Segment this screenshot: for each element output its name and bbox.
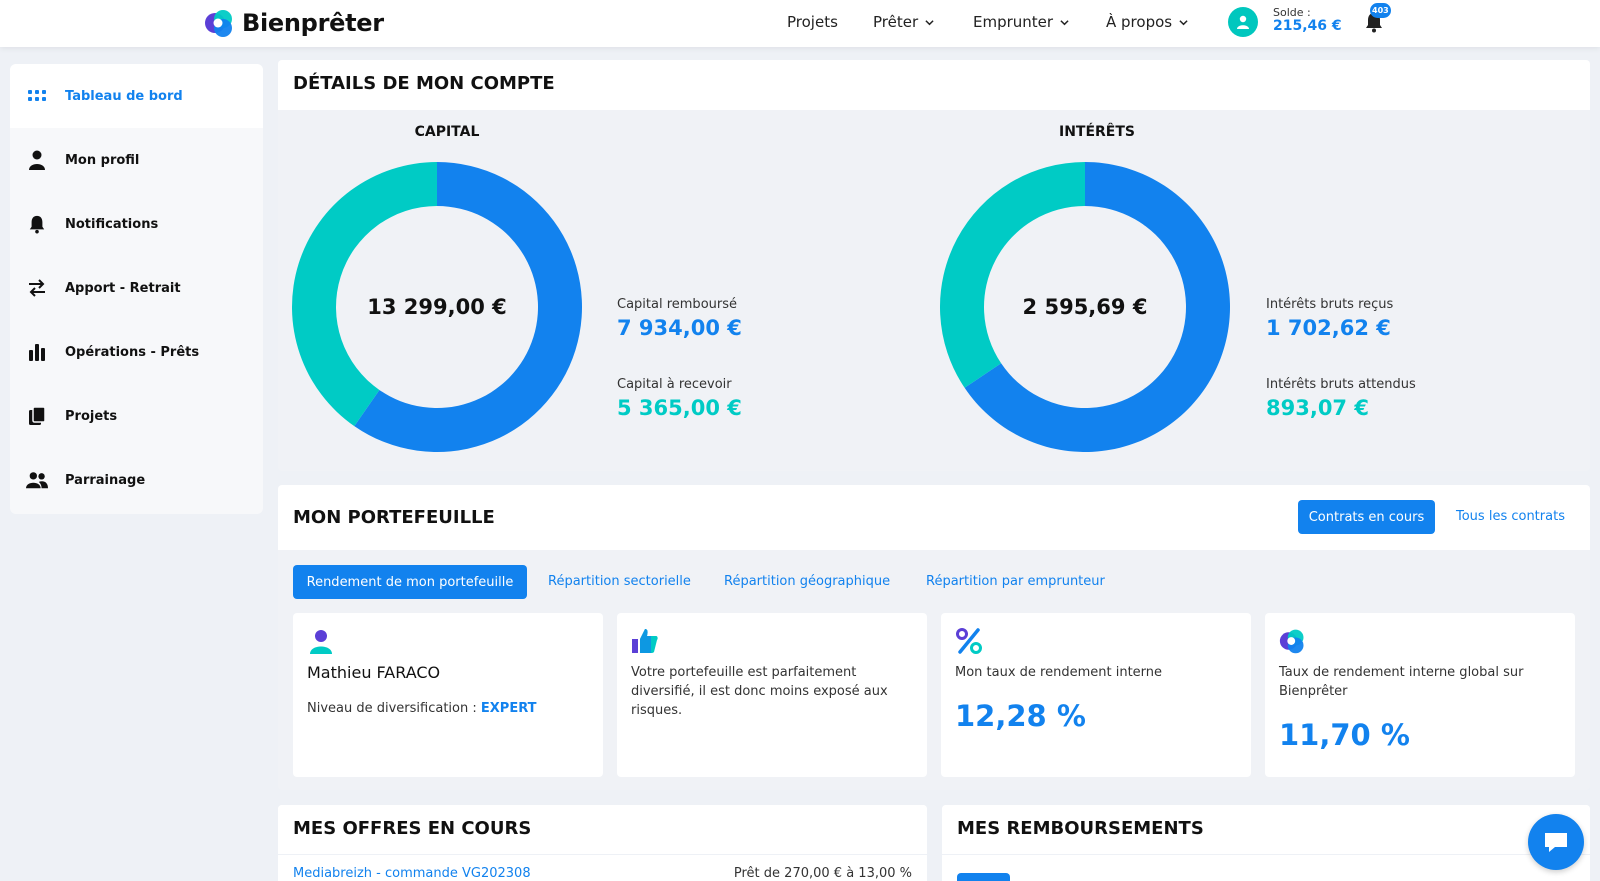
sidebar-item-tableau-de-bord[interactable]: Tableau de bord <box>10 64 263 128</box>
offre-row-link[interactable]: Mediabreizh - commande VG202308 <box>293 866 531 881</box>
bienpreter-logo-icon <box>205 10 232 37</box>
sidebar-item-label: Tableau de bord <box>65 88 183 104</box>
interets-chart-title: INTÉRÊTS <box>1058 124 1135 140</box>
sidebar-item-label: Projets <box>65 408 118 424</box>
sidebar-item-apport-retrait[interactable]: Apport - Retrait <box>10 256 263 320</box>
chat-button[interactable] <box>1528 814 1584 870</box>
user-icon <box>26 149 48 171</box>
chevron-down-icon <box>925 19 934 25</box>
bienpreter-logo-icon <box>1279 629 1304 654</box>
sidebar-item-projets[interactable]: Projets <box>10 384 263 448</box>
sidebar-item-label: Opérations - Prêts <box>65 344 200 360</box>
remboursements-panel: MES REMBOURSEMENTS <box>942 805 1590 881</box>
bell-icon <box>26 213 48 235</box>
sidebar-item-notifications[interactable]: Notifications <box>10 192 263 256</box>
tab-repartition-emprunteur[interactable]: Répartition par emprunteur <box>926 574 1105 589</box>
contrats-en-cours-button[interactable]: Contrats en cours <box>1298 500 1435 534</box>
tab-rendement[interactable]: Rendement de mon portefeuille <box>293 565 527 599</box>
profile-card: Mathieu FARACO Niveau de diversification… <box>293 613 603 777</box>
capital-a-recevoir-value: 5 365,00 € <box>617 396 742 420</box>
remboursements-button-partial[interactable] <box>957 873 1010 881</box>
percent-icon <box>956 628 982 654</box>
user-icon <box>1237 15 1249 29</box>
sidebar-item-label: Parrainage <box>65 472 146 488</box>
taux-global-card: Taux de rendement interne global sur Bie… <box>1265 613 1575 777</box>
nav-preter[interactable]: Prêter <box>873 13 934 31</box>
sidebar-item-label: Mon profil <box>65 152 140 168</box>
users-icon <box>26 469 48 491</box>
diversification-card: Votre portefeuille est parfaitement dive… <box>617 613 927 777</box>
chevron-down-icon <box>1060 19 1069 25</box>
solde-value: 215,46 € <box>1273 18 1342 34</box>
avatar[interactable] <box>1228 7 1258 37</box>
sidebar-item-label: Apport - Retrait <box>65 280 181 296</box>
interets-recus-label: Intérêts bruts reçus <box>1266 297 1394 312</box>
user-icon <box>310 630 332 654</box>
bar-chart-icon <box>26 341 48 363</box>
chat-icon <box>1545 833 1567 852</box>
grid-icon <box>26 85 48 107</box>
capital-total: 13 299,00 € <box>367 295 507 319</box>
account-details-title: DÉTAILS DE MON COMPTE <box>293 73 555 94</box>
thumbs-up-icon <box>632 629 658 653</box>
sidebar: Tableau de bord Mon profil Notifications… <box>10 64 263 514</box>
profile-name: Mathieu FARACO <box>307 663 441 682</box>
nav-emprunter-label: Emprunter <box>973 13 1054 31</box>
nav-preter-label: Prêter <box>873 13 919 31</box>
top-header: Bienprêter Projets Prêter Emprunter À pr… <box>0 0 1600 47</box>
transfer-icon <box>26 277 48 299</box>
taux-global-value: 11,70 % <box>1279 718 1410 752</box>
remboursements-header: MES REMBOURSEMENTS <box>942 805 1590 855</box>
capital-a-recevoir-label: Capital à recevoir <box>617 377 732 392</box>
diversification-level: Niveau de diversification : EXPERT <box>307 699 592 718</box>
nav-projets[interactable]: Projets <box>787 13 838 31</box>
tab-repartition-sectorielle[interactable]: Répartition sectorielle <box>548 574 691 589</box>
interets-total: 2 595,69 € <box>1022 295 1148 319</box>
tous-les-contrats-link[interactable]: Tous les contrats <box>1456 509 1565 524</box>
sidebar-item-operations-prets[interactable]: Opérations - Prêts <box>10 320 263 384</box>
tab-repartition-geographique[interactable]: Répartition géographique <box>724 574 890 589</box>
sidebar-item-mon-profil[interactable]: Mon profil <box>10 128 263 192</box>
portfolio-panel: MON PORTEFEUILLE Contrats en cours Tous … <box>278 485 1590 790</box>
portfolio-header: MON PORTEFEUILLE Contrats en cours Tous … <box>278 485 1590 550</box>
capital-rembourse-value: 7 934,00 € <box>617 316 742 340</box>
remboursements-title: MES REMBOURSEMENTS <box>957 818 1204 839</box>
nav-a-propos[interactable]: À propos <box>1106 13 1188 31</box>
documents-icon <box>26 405 48 427</box>
chevron-down-icon <box>1179 19 1188 25</box>
nav-emprunter[interactable]: Emprunter <box>973 13 1069 31</box>
offres-panel: MES OFFRES EN COURS Mediabreizh - comman… <box>278 805 927 881</box>
logo-text: Bienprêter <box>242 9 384 37</box>
offre-row-detail: Prêt de 270,00 € à 13,00 % <box>733 866 912 881</box>
capital-chart-title: CAPITAL <box>414 124 480 140</box>
interets-recus-value: 1 702,62 € <box>1266 316 1391 340</box>
taux-rendement-value: 12,28 % <box>955 699 1086 733</box>
notification-badge: 403 <box>1370 3 1391 18</box>
capital-rembourse-label: Capital remboursé <box>617 297 737 312</box>
logo[interactable]: Bienprêter <box>204 6 384 40</box>
taux-rendement-card: Mon taux de rendement interne 12,28 % <box>941 613 1251 777</box>
nav-projets-label: Projets <box>787 13 838 31</box>
offres-title: MES OFFRES EN COURS <box>293 818 532 839</box>
taux-rendement-label: Mon taux de rendement interne <box>955 665 1163 680</box>
diversification-value: EXPERT <box>480 701 537 716</box>
account-details-header: DÉTAILS DE MON COMPTE <box>278 60 1590 110</box>
interets-attendus-value: 893,07 € <box>1266 396 1369 420</box>
portfolio-title: MON PORTEFEUILLE <box>293 507 495 528</box>
sidebar-item-label: Notifications <box>65 216 159 232</box>
account-details-panel: DÉTAILS DE MON COMPTE CAPITAL 13 299,00 … <box>278 60 1590 471</box>
taux-global-label: Taux de rendement interne global sur Bie… <box>1279 665 1524 699</box>
nav-a-propos-label: À propos <box>1106 13 1173 31</box>
diversification-text: Votre portefeuille est parfaitement dive… <box>631 665 888 718</box>
interets-attendus-label: Intérêts bruts attendus <box>1266 377 1416 392</box>
sidebar-item-parrainage[interactable]: Parrainage <box>10 448 263 512</box>
diversification-label: Niveau de diversification : <box>307 701 477 716</box>
offres-header: MES OFFRES EN COURS <box>278 805 927 855</box>
